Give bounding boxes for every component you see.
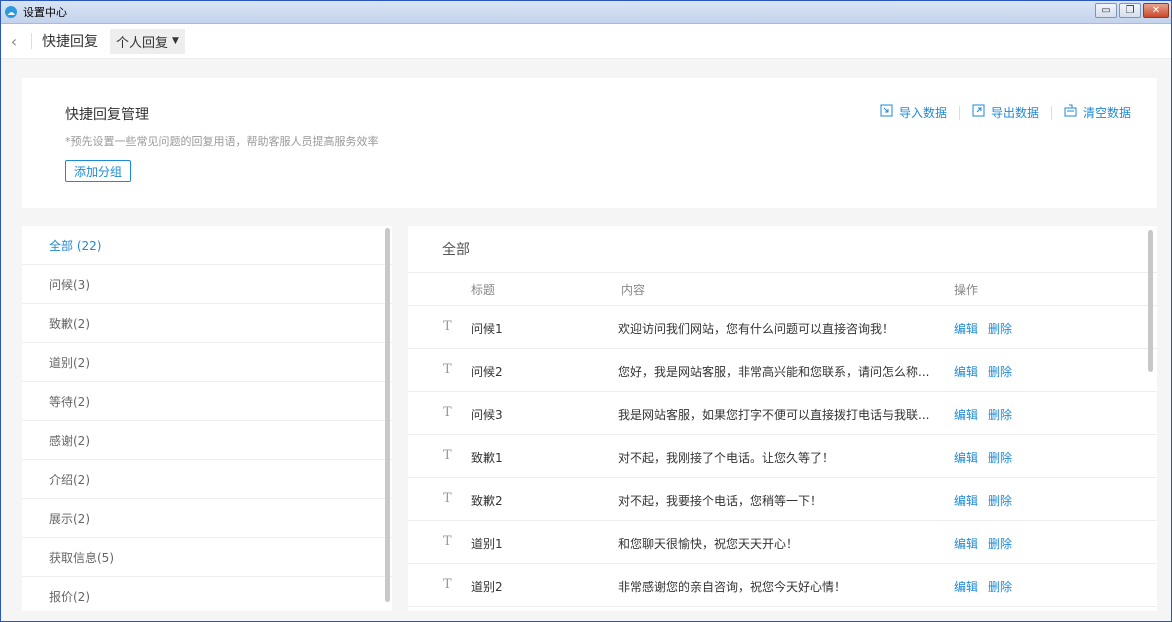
import-icon [880,104,893,121]
group-item-all[interactable]: 全部 (22) [22,226,392,265]
title-bar: ☁ 设置中心 ▭ ❐ ✕ [1,1,1171,24]
delete-link[interactable]: 删除 [988,535,1012,552]
dropdown-value: 个人回复 [116,35,169,51]
app-logo-icon: ☁ [5,6,17,18]
delete-link[interactable]: 删除 [988,449,1012,466]
minimize-button[interactable]: ▭ [1095,3,1117,18]
export-icon [972,104,985,121]
group-item-thanks[interactable]: 感谢(2) [22,421,392,460]
group-item-farewell[interactable]: 道别(2) [22,343,392,382]
row-title: 道别1 [471,537,503,551]
row-title: 问候1 [471,322,503,336]
delete-link[interactable]: 删除 [988,406,1012,423]
clear-icon [1064,104,1077,121]
column-header-content: 内容 [621,282,646,297]
text-type-icon: T [443,319,452,334]
text-type-icon: T [443,448,452,463]
text-type-icon: T [443,405,452,420]
row-content: 我是网站客服，如果您打字不便可以直接拨打电话与我联... [618,408,930,422]
reply-list-scrollbar[interactable] [1148,230,1153,372]
import-data-button[interactable]: 导入数据 [880,104,947,121]
row-content: 欢迎访问我们网站，您有什么问题可以直接咨询我！ [618,322,895,336]
group-item-greeting[interactable]: 问候(3) [22,265,392,304]
action-divider [1050,105,1052,120]
row-title: 问候3 [471,408,503,422]
table-header: 标题 内容 操作 [408,273,1157,306]
delete-link[interactable]: 删除 [988,363,1012,380]
reply-list-title: 全部 [408,226,1157,273]
row-title: 道别2 [471,580,503,594]
column-header-ops: 操作 [954,282,979,297]
clear-data-button[interactable]: 清空数据 [1064,104,1131,121]
group-list: 全部 (22) 问候(3) 致歉(2) 道别(2) 等待(2) 感谢(2) 介绍… [22,226,392,611]
edit-link[interactable]: 编辑 [954,492,978,509]
text-type-icon: T [443,362,452,377]
clear-data-label: 清空数据 [1082,106,1131,120]
table-row: T 问候3 我是网站客服，如果您打字不便可以直接拨打电话与我联... 编辑 删除 [408,392,1157,435]
delete-link[interactable]: 删除 [988,492,1012,509]
group-item-intro[interactable]: 介绍(2) [22,460,392,499]
row-title: 致歉2 [471,494,503,508]
nav-divider [31,33,32,49]
nav-title: 快捷回复 [42,34,98,50]
caret-down-icon: ▼ [172,36,179,46]
group-item-get-info[interactable]: 获取信息(5) [22,538,392,577]
edit-link[interactable]: 编辑 [954,449,978,466]
edit-link[interactable]: 编辑 [954,320,978,337]
reply-type-dropdown[interactable]: 个人回复 ▼ [110,28,185,54]
page-description: *预先设置一些常见问题的回复用语，帮助客服人员提高服务效率 [65,135,379,148]
add-group-button[interactable]: 添加分组 [65,160,131,182]
group-item-showcase[interactable]: 展示(2) [22,499,392,538]
table-row: T 问候2 您好，我是网站客服，非常高兴能和您联系，请问怎么称... 编辑 删除 [408,349,1157,392]
row-content: 对不起，我刚接了个电话。让您久等了！ [618,451,835,465]
quick-reply-header-card: 快捷回复管理 *预先设置一些常见问题的回复用语，帮助客服人员提高服务效率 添加分… [22,78,1157,208]
edit-link[interactable]: 编辑 [954,578,978,595]
close-button[interactable]: ✕ [1143,3,1169,18]
group-item-apology[interactable]: 致歉(2) [22,304,392,343]
page-title: 快捷回复管理 [65,107,149,123]
text-type-icon: T [443,491,452,506]
row-content: 对不起，我要接个电话，您稍等一下！ [618,494,823,508]
row-title: 问候2 [471,365,503,379]
top-nav: ‹ 快捷回复 个人回复 ▼ [1,24,1171,59]
row-content: 非常感谢您的亲自咨询，祝您今天好心情！ [618,580,847,594]
data-actions: 导入数据 导出数据 清空数据 [880,104,1131,121]
reply-list-panel: 全部 标题 内容 操作 T 问候1 欢迎访问我们网站，您有什么问题可以直接咨询我… [408,226,1157,611]
import-data-label: 导入数据 [898,106,947,120]
window-title: 设置中心 [23,6,67,19]
text-type-icon: T [443,577,452,592]
edit-link[interactable]: 编辑 [954,363,978,380]
table-row: T 道别2 非常感谢您的亲自咨询，祝您今天好心情！ 编辑 删除 [408,564,1157,607]
group-item-waiting[interactable]: 等待(2) [22,382,392,421]
restore-button[interactable]: ❐ [1119,3,1141,18]
back-chevron-icon[interactable]: ‹ [1,32,27,51]
app-window: ☁ 设置中心 ▭ ❐ ✕ ‹ 快捷回复 个人回复 ▼ 快捷回复管理 *预先设置一… [0,0,1172,622]
group-item-quote[interactable]: 报价(2) [22,577,392,611]
group-list-scrollbar[interactable] [385,228,390,602]
action-divider [958,105,960,120]
column-header-title: 标题 [471,282,496,297]
text-type-icon: T [443,534,452,549]
table-row: T 致歉2 对不起，我要接个电话，您稍等一下！ 编辑 删除 [408,478,1157,521]
edit-link[interactable]: 编辑 [954,535,978,552]
table-row: T 道别1 和您聊天很愉快，祝您天天开心！ 编辑 删除 [408,521,1157,564]
delete-link[interactable]: 删除 [988,320,1012,337]
row-title: 致歉1 [471,451,503,465]
row-content: 您好，我是网站客服，非常高兴能和您联系，请问怎么称... [618,365,930,379]
window-controls: ▭ ❐ ✕ [1095,3,1169,18]
export-data-button[interactable]: 导出数据 [972,104,1039,121]
table-row: T 问候1 欢迎访问我们网站，您有什么问题可以直接咨询我！ 编辑 删除 [408,306,1157,349]
delete-link[interactable]: 删除 [988,578,1012,595]
edit-link[interactable]: 编辑 [954,406,978,423]
row-content: 和您聊天很愉快，祝您天天开心！ [618,537,799,551]
table-row: T 致歉1 对不起，我刚接了个电话。让您久等了！ 编辑 删除 [408,435,1157,478]
export-data-label: 导出数据 [990,106,1039,120]
